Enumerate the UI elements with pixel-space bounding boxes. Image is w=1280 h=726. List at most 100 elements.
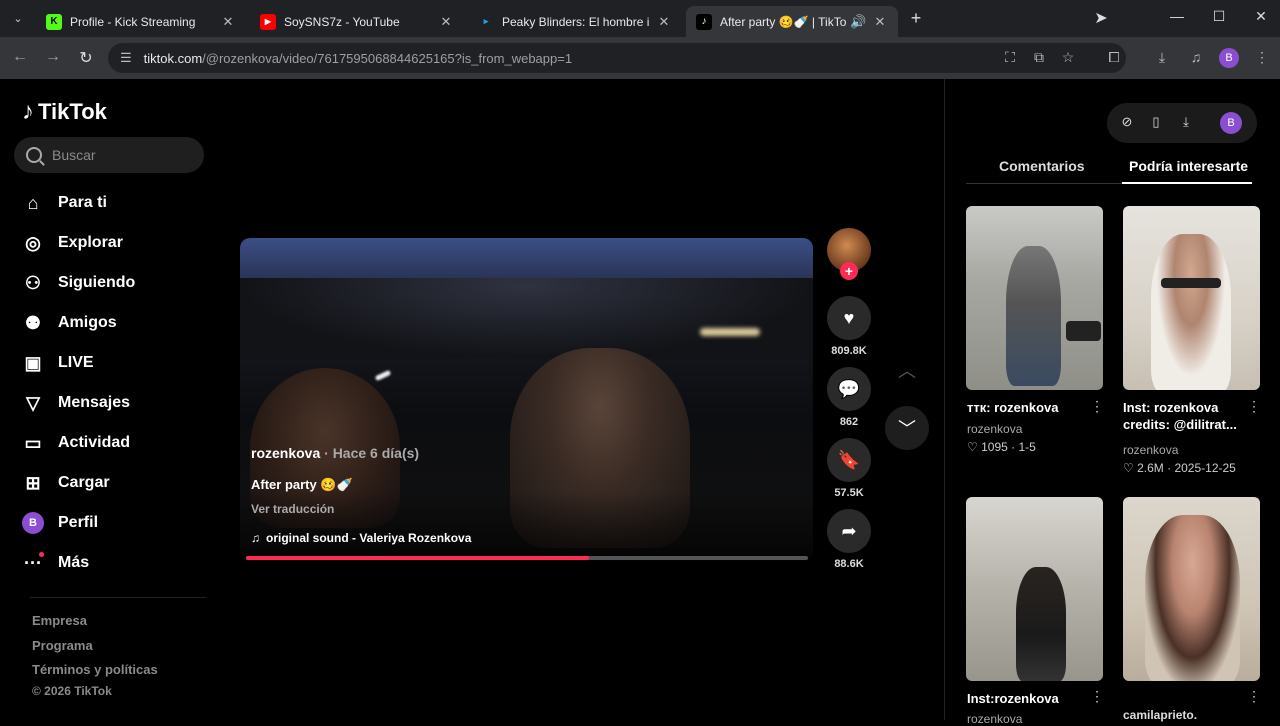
video-progress-bar[interactable]: [246, 556, 808, 560]
sidebar-item-cargar[interactable]: ⊞ Cargar: [22, 471, 109, 495]
sound-name[interactable]: original sound - Valeriya Rozenkova: [266, 531, 471, 545]
video-author-line[interactable]: rozenkova · Hace 6 día(s): [251, 445, 419, 461]
thumbnail-figure: [1006, 246, 1061, 386]
url-text[interactable]: tiktok.com/@rozenkova/video/761759506884…: [144, 51, 572, 66]
video-thumbnail[interactable]: [1123, 497, 1260, 681]
forward-button[interactable]: →: [42, 48, 64, 66]
speaker-icon[interactable]: 🔊: [850, 14, 866, 30]
back-button[interactable]: ←: [9, 48, 31, 66]
tab-youtube[interactable]: ▶ SoySNS7z - YouTube ✕: [250, 6, 464, 37]
sidebar-item-siguiendo[interactable]: ⚇ Siguiendo: [22, 271, 135, 295]
tiktok-note-icon: ♪: [22, 98, 34, 125]
search-icon: [26, 147, 42, 163]
bookmark-icon: 🔖: [837, 449, 861, 470]
sidebar-item-label: Explorar: [58, 234, 123, 251]
download-icon[interactable]: ⤓: [1177, 114, 1195, 132]
download-icon[interactable]: ⤓: [1152, 49, 1172, 66]
card-title[interactable]: Inst:rozenkova: [967, 690, 1059, 707]
sidebar-item-perfil[interactable]: B Perfil: [22, 511, 98, 535]
tab-kick[interactable]: K Profile - Kick Streaming ✕: [36, 6, 246, 37]
extensions-icon[interactable]: ⧠: [1104, 49, 1124, 66]
site-info-icon[interactable]: ☰: [120, 50, 132, 66]
video-frame-light: [374, 369, 392, 382]
media-control-icon[interactable]: ♫: [1186, 49, 1206, 65]
prime-video-icon: ▸: [483, 16, 489, 26]
browser-profile-avatar[interactable]: B: [1219, 48, 1239, 68]
video-author[interactable]: rozenkova: [251, 445, 320, 461]
sidebar-item-label: Para ti: [58, 194, 107, 211]
footer-terminos[interactable]: Términos y políticas: [32, 662, 158, 677]
tab-title: Peaky Blinders: El hombre inmo: [502, 14, 650, 29]
sidebar-item-mas[interactable]: ··· Más: [22, 551, 89, 575]
translate-link[interactable]: Ver traducción: [251, 502, 334, 516]
tiktok-logo[interactable]: ♪ TikTok: [22, 98, 107, 126]
more-options-icon[interactable]: ⋮: [1090, 688, 1104, 705]
close-window-button[interactable]: ✕: [1250, 8, 1272, 28]
video-caption: After party 🥴🍼: [251, 477, 353, 492]
youtube-icon: ▶: [260, 13, 276, 30]
thumbnail-car: [1066, 321, 1101, 341]
card-title[interactable]: ттк: rozenkova: [967, 399, 1058, 416]
video-thumbnail[interactable]: [966, 206, 1103, 390]
next-video-button[interactable]: ﹀: [885, 406, 929, 450]
tab-tiktok[interactable]: ♪ After party 🥴🍼 | TikTok 🔊 ✕: [686, 6, 898, 37]
sidebar-item-actividad[interactable]: ▭ Actividad: [22, 431, 130, 455]
sidebar-item-explorar[interactable]: ◎ Explorar: [22, 231, 123, 255]
video-time: · Hace 6 día(s): [320, 445, 420, 461]
sidebar-item-label: Más: [58, 554, 90, 571]
sound-line[interactable]: ♫ original sound - Valeriya Rozenkova: [251, 531, 471, 545]
address-bar[interactable]: ☰ tiktok.com/@rozenkova/video/7617595068…: [108, 43, 1126, 73]
chevron-down-icon: ﹀: [898, 419, 916, 439]
browser-menu-icon[interactable]: ⋮: [1252, 49, 1272, 66]
tab-search-icon[interactable]: ⌄: [8, 8, 28, 28]
card-user[interactable]: rozenkova: [967, 422, 1022, 436]
close-icon[interactable]: ✕: [872, 14, 888, 30]
tab-podria-interesarte[interactable]: Podría interesarte: [1129, 158, 1248, 174]
more-options-icon[interactable]: ⋮: [1090, 398, 1104, 415]
sidebar-item-amigos[interactable]: ⚉ Amigos: [22, 311, 117, 335]
sidebar-item-label: Amigos: [58, 314, 117, 331]
close-icon[interactable]: ✕: [656, 14, 672, 30]
tab-prime-video[interactable]: ▸ Peaky Blinders: El hombre inmo ✕: [468, 6, 682, 37]
like-button[interactable]: ♥: [827, 296, 871, 340]
card-user[interactable]: rozenkova: [1123, 443, 1178, 457]
close-icon[interactable]: ✕: [438, 14, 454, 30]
phone-icon[interactable]: ▯: [1147, 114, 1165, 132]
tab-comentarios[interactable]: Comentarios: [999, 158, 1085, 174]
messages-icon: ▽: [26, 392, 40, 413]
more-options-icon[interactable]: ⋮: [1247, 688, 1261, 705]
reload-button[interactable]: ↻: [75, 48, 97, 68]
sidebar-item-para-ti[interactable]: ⌂ Para ti: [22, 191, 107, 215]
kick-icon: K: [46, 13, 62, 30]
bookmark-star-icon[interactable]: ☆: [1058, 49, 1078, 66]
thumbnail-figure: [1151, 234, 1231, 390]
share-button[interactable]: ➦: [827, 509, 871, 553]
video-thumbnail[interactable]: [966, 497, 1103, 681]
compass-icon[interactable]: ⊘: [1118, 114, 1136, 132]
sidebar-item-mensajes[interactable]: ▽ Mensajes: [22, 391, 130, 415]
video-thumbnail[interactable]: [1123, 206, 1260, 390]
copyright: © 2026 TikTok: [32, 684, 112, 698]
footer-programa[interactable]: Programa: [32, 638, 93, 653]
save-button[interactable]: 🔖: [827, 438, 871, 482]
more-options-icon[interactable]: ⋮: [1247, 398, 1261, 415]
sidebar-item-live[interactable]: ▣ LIVE: [22, 351, 93, 375]
comment-button[interactable]: 💬: [827, 367, 871, 411]
card-user[interactable]: rozenkova: [967, 712, 1022, 726]
minimize-button[interactable]: —: [1166, 8, 1188, 28]
previous-video-button[interactable]: ︿: [885, 348, 929, 392]
install-app-icon[interactable]: ⧉: [1029, 49, 1049, 66]
footer-empresa[interactable]: Empresa: [32, 613, 87, 628]
user-avatar[interactable]: B: [1220, 112, 1242, 134]
close-icon[interactable]: ✕: [220, 14, 236, 30]
translate-icon[interactable]: ⛶: [1000, 49, 1020, 66]
card-title[interactable]: Inst: rozenkova credits: @dilitrat...: [1123, 399, 1248, 433]
tab-title: After party 🥴🍼 | TikTok: [720, 14, 846, 29]
maximize-button[interactable]: ☐: [1208, 8, 1230, 28]
save-count: 57.5K: [834, 487, 864, 499]
sidebar-divider: [30, 597, 206, 598]
follow-plus-icon[interactable]: +: [840, 262, 858, 280]
search-input[interactable]: Buscar: [14, 137, 204, 173]
profile-avatar: B: [22, 512, 44, 534]
new-tab-button[interactable]: +: [906, 8, 926, 28]
